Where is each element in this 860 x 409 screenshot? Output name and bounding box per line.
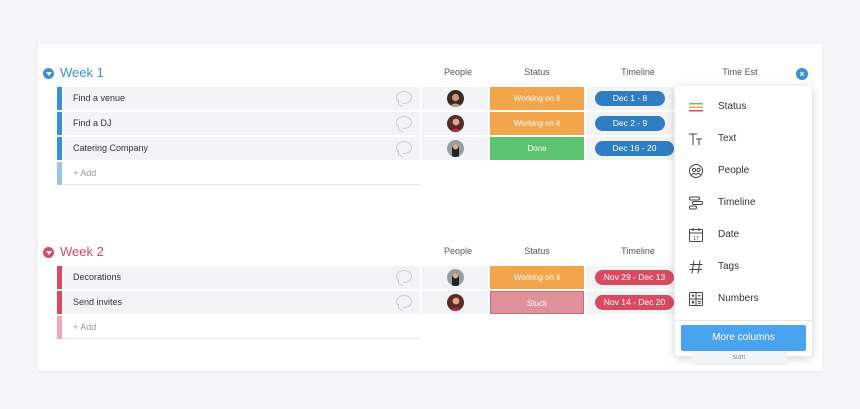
item-name[interactable]: Catering Company [63, 137, 420, 160]
status-lines-icon [688, 99, 704, 115]
people-cell[interactable] [422, 137, 488, 160]
chat-bubble-icon[interactable] [396, 116, 412, 129]
avatar [447, 294, 464, 311]
menu-divider [675, 320, 812, 321]
group-header-week-1: Week 1 People Status Timeline Time Est [38, 64, 822, 84]
menu-item-date[interactable]: 17 Date [675, 221, 812, 249]
menu-item-label: Status [718, 101, 747, 112]
column-header-people[interactable]: People [433, 246, 483, 256]
column-header-status[interactable]: Status [512, 67, 562, 77]
row-color-bar [57, 112, 62, 135]
collapse-arrow-icon[interactable] [43, 247, 54, 258]
avatar [447, 115, 464, 132]
timeline-pill[interactable]: Dec 16 - 20 [595, 141, 674, 156]
menu-item-label: People [718, 165, 750, 176]
group-title[interactable]: Week 1 [60, 64, 104, 82]
row-color-bar [57, 162, 62, 185]
calculator-icon [688, 291, 704, 307]
svg-text:17: 17 [693, 236, 699, 242]
column-header-time-est[interactable]: Time Est [715, 67, 765, 77]
chat-bubble-icon[interactable] [396, 91, 412, 104]
column-header-timeline[interactable]: Timeline [613, 67, 663, 77]
more-columns-button[interactable]: More columns [681, 325, 806, 351]
timeline-pill[interactable]: Nov 29 - Dec 13 [595, 270, 674, 285]
timeline-cell[interactable]: Nov 29 - Dec 13 [586, 266, 674, 289]
people-cell[interactable] [422, 112, 488, 135]
chat-bubble-icon[interactable] [396, 141, 412, 154]
avatar [447, 269, 464, 286]
chat-bubble-icon[interactable] [396, 270, 412, 283]
text-icon [688, 131, 704, 147]
timeline-pill[interactable]: Dec 1 - 8 [595, 91, 665, 106]
group-title[interactable]: Week 2 [60, 243, 104, 261]
chat-bubble-icon[interactable] [396, 295, 412, 308]
people-cell[interactable] [422, 87, 488, 110]
calendar-icon: 17 [688, 227, 704, 243]
timeline-pill[interactable]: Nov 14 - Dec 20 [595, 295, 674, 310]
timeline-cell[interactable]: Dec 16 - 20 [586, 137, 674, 160]
row-color-bar [57, 87, 62, 110]
status-cell[interactable]: Done [490, 137, 584, 160]
menu-item-tags[interactable]: Tags [675, 253, 812, 281]
row-color-bar [57, 137, 62, 160]
menu-item-label: Text [718, 133, 737, 144]
people-cell[interactable] [422, 291, 488, 314]
item-name[interactable]: Send invites [63, 291, 420, 314]
menu-item-timeline[interactable]: Timeline [675, 189, 812, 217]
add-item-input[interactable]: + Add [63, 162, 420, 185]
sum-label: sum [691, 351, 787, 365]
menu-item-numbers[interactable]: Numbers [675, 285, 812, 313]
status-cell[interactable]: Working on it [490, 87, 584, 110]
close-icon[interactable]: × [796, 68, 808, 80]
status-cell[interactable]: Stuck [490, 291, 584, 314]
avatar [447, 90, 464, 107]
menu-item-label: Tags [718, 261, 740, 272]
timeline-cell[interactable]: Dec 2 - 9 [586, 112, 674, 135]
hashtag-icon [688, 259, 704, 275]
menu-item-text[interactable]: Text [675, 125, 812, 153]
column-header-timeline[interactable]: Timeline [613, 246, 663, 256]
column-header-status[interactable]: Status [512, 246, 562, 256]
people-cell[interactable] [422, 266, 488, 289]
menu-item-label: Date [718, 229, 740, 240]
timeline-pill[interactable]: Dec 2 - 9 [595, 116, 665, 131]
menu-item-status[interactable]: Status [675, 93, 812, 121]
row-color-bar [57, 266, 62, 289]
status-cell[interactable]: Working on it [490, 112, 584, 135]
people-icon [688, 163, 704, 179]
menu-item-label: Numbers [718, 293, 759, 304]
collapse-arrow-icon[interactable] [43, 68, 54, 79]
item-name[interactable]: Find a venue [63, 87, 420, 110]
add-item-input[interactable]: + Add [63, 316, 420, 339]
avatar [447, 140, 464, 157]
menu-item-people[interactable]: People [675, 157, 812, 185]
timeline-cell[interactable]: Dec 1 - 8 [586, 87, 674, 110]
item-name[interactable]: Find a DJ [63, 112, 420, 135]
menu-item-label: Timeline [718, 197, 756, 208]
column-header-people[interactable]: People [433, 67, 483, 77]
add-column-menu: Status Text People Timeline 17 Date Tags [675, 86, 812, 356]
status-cell[interactable]: Working on it [490, 266, 584, 289]
row-color-bar [57, 316, 62, 339]
row-color-bar [57, 291, 62, 314]
item-name[interactable]: Decorations [63, 266, 420, 289]
timeline-cell[interactable]: Nov 14 - Dec 20 [586, 291, 674, 314]
timeline-icon [688, 195, 704, 211]
